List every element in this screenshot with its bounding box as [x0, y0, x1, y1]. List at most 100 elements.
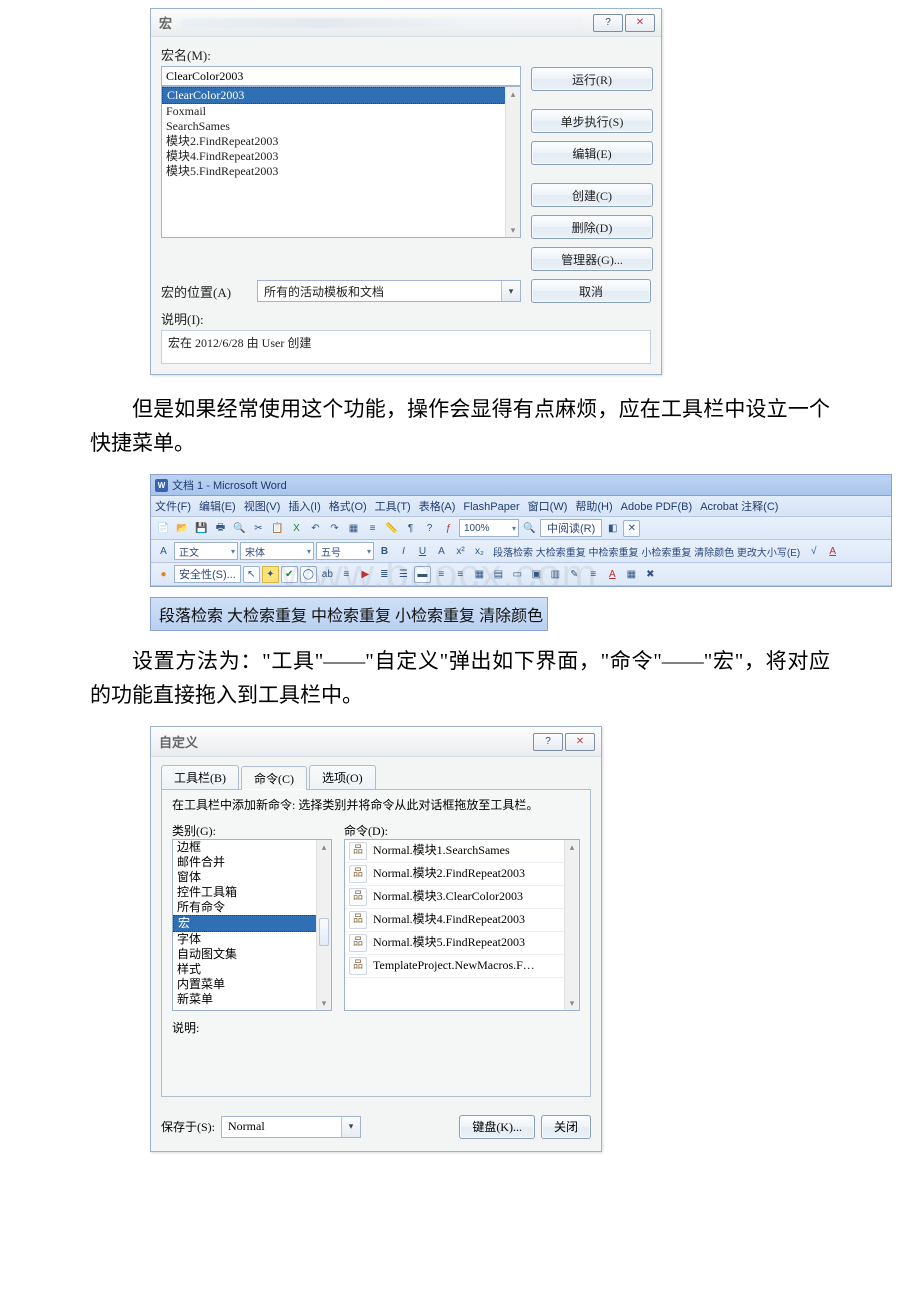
scroll-thumb[interactable]: [319, 918, 329, 946]
word-menu-item[interactable]: 帮助(H): [575, 501, 612, 513]
scroll-up-icon[interactable]: ▴: [317, 840, 331, 854]
tb-icon-e[interactable]: ≡: [585, 566, 602, 583]
tb-icon-c[interactable]: ▥: [547, 566, 564, 583]
eq-icon[interactable]: ≡: [338, 566, 355, 583]
save-in-combo[interactable]: Normal ▾: [221, 1116, 361, 1138]
print-icon[interactable]: 🖶: [212, 520, 229, 537]
grid-icon[interactable]: ▦: [471, 566, 488, 583]
generic-icon-1[interactable]: ◧: [604, 520, 621, 537]
fontcolor-icon[interactable]: A: [824, 543, 841, 560]
command-item[interactable]: 品Normal.模块5.FindRepeat2003: [345, 932, 565, 955]
tab-commands[interactable]: 命令(C): [241, 766, 307, 790]
help-icon-tb[interactable]: ?: [421, 520, 438, 537]
bold-icon[interactable]: B: [376, 543, 393, 560]
word-menu-item[interactable]: 文件(F): [155, 501, 191, 513]
sub-icon[interactable]: x₂: [471, 543, 488, 560]
chevron-down-icon[interactable]: ▾: [501, 281, 520, 301]
excel-icon[interactable]: X: [288, 520, 305, 537]
macro-list-item[interactable]: SearchSames: [162, 119, 506, 134]
paste-icon[interactable]: 📋: [269, 520, 286, 537]
command-item[interactable]: 品Normal.模块1.SearchSames: [345, 840, 565, 863]
delete-button[interactable]: 删除(D): [531, 215, 653, 239]
read-mode-button[interactable]: 中阅读(R): [540, 519, 602, 537]
macro-list-item[interactable]: 模块2.FindRepeat2003: [162, 134, 506, 149]
style-combo[interactable]: 正文: [174, 542, 238, 560]
fontsize-combo[interactable]: 五号: [316, 542, 374, 560]
edit-button[interactable]: 编辑(E): [531, 141, 653, 165]
close-doc-icon[interactable]: ✕: [623, 520, 640, 537]
macro-list-item[interactable]: Foxmail: [162, 104, 506, 119]
bullet-icon[interactable]: ●: [155, 566, 172, 583]
custom-toolbar-item[interactable]: 清除颜色: [479, 608, 543, 625]
macro-list-item[interactable]: 模块4.FindRepeat2003: [162, 149, 506, 164]
word-menu-item[interactable]: 窗口(W): [528, 501, 568, 513]
tab-options[interactable]: 选项(O): [309, 765, 376, 789]
macro-location-combo[interactable]: 所有的活动模板和文档 ▾: [257, 280, 521, 302]
category-item[interactable]: 自动图文集: [173, 947, 317, 962]
dist-icon[interactable]: ☰: [395, 566, 412, 583]
category-item[interactable]: 内置菜单: [173, 977, 317, 992]
ruler-icon[interactable]: 📏: [383, 520, 400, 537]
custom-toolbar-item[interactable]: 段落检索: [159, 608, 223, 625]
scroll-down-icon[interactable]: ▾: [565, 996, 579, 1010]
category-item[interactable]: 新菜单: [173, 992, 317, 1007]
tab-toolbars[interactable]: 工具栏(B): [161, 765, 239, 789]
custom-toolbar-item[interactable]: 小检索重复: [395, 608, 475, 625]
check-icon[interactable]: ✔: [281, 566, 298, 583]
word-menu-item[interactable]: FlashPaper: [463, 501, 519, 513]
circle-icon-tb[interactable]: ◯: [300, 566, 317, 583]
scrollbar[interactable]: ▴ ▾: [316, 840, 331, 1010]
command-item[interactable]: 品Normal.模块4.FindRepeat2003: [345, 909, 565, 932]
fontcolor2-icon[interactable]: A: [604, 566, 621, 583]
word-menu-item[interactable]: Acrobat 注释(C): [700, 501, 778, 513]
vb-icon[interactable]: ✦: [262, 566, 279, 583]
undo-icon[interactable]: ↶: [307, 520, 324, 537]
font-combo[interactable]: 宋体: [240, 542, 314, 560]
word-menu-item[interactable]: 表格(A): [419, 501, 456, 513]
tb-icon-a[interactable]: ▭: [509, 566, 526, 583]
macro-list-item[interactable]: 模块5.FindRepeat2003: [162, 164, 506, 179]
tb-icon-b[interactable]: ▣: [528, 566, 545, 583]
dialog2-close-button[interactable]: ✕: [565, 733, 595, 751]
create-button[interactable]: 创建(C): [531, 183, 653, 207]
tb-icon-d[interactable]: ✎: [566, 566, 583, 583]
command-item[interactable]: 品Normal.模块3.ClearColor2003: [345, 886, 565, 909]
category-item[interactable]: 字体: [173, 932, 317, 947]
italic-icon[interactable]: I: [395, 543, 412, 560]
magnify-icon[interactable]: 🔍: [521, 520, 538, 537]
font-effect-icon[interactable]: A: [433, 543, 450, 560]
ab-icon[interactable]: ab: [319, 566, 336, 583]
scroll-down-icon[interactable]: ▾: [506, 223, 520, 237]
pointer-icon[interactable]: ↖: [243, 566, 260, 583]
command-listbox[interactable]: 品Normal.模块1.SearchSames品Normal.模块2.FindR…: [344, 839, 580, 1011]
category-item[interactable]: 所有命令: [173, 900, 317, 915]
align-left-icon[interactable]: ≡: [433, 566, 450, 583]
sup-icon[interactable]: x²: [452, 543, 469, 560]
custom-toolbar-item[interactable]: 中检索重复: [311, 608, 391, 625]
word-menu-item[interactable]: 插入(I): [288, 501, 320, 513]
category-listbox[interactable]: 边框邮件合并窗体控件工具箱所有命令宏字体自动图文集样式内置菜单新菜单 ▴ ▾: [172, 839, 332, 1011]
category-item[interactable]: 控件工具箱: [173, 885, 317, 900]
command-item[interactable]: 品TemplateProject.NewMacros.F…: [345, 955, 565, 978]
word-menu-item[interactable]: 视图(V): [244, 501, 281, 513]
align-j-icon[interactable]: ≡: [452, 566, 469, 583]
tb-icon-f[interactable]: ▦: [623, 566, 640, 583]
category-item[interactable]: 样式: [173, 962, 317, 977]
close-button-2[interactable]: 关闭: [541, 1115, 591, 1139]
cut-icon[interactable]: ✂: [250, 520, 267, 537]
redo-icon[interactable]: ↷: [326, 520, 343, 537]
zoom-combo[interactable]: 100%: [459, 519, 519, 537]
columns-icon[interactable]: ≡: [364, 520, 381, 537]
table-icon[interactable]: ▦: [345, 520, 362, 537]
macro-name-input[interactable]: [161, 66, 521, 86]
tb-icon-g[interactable]: ✖: [642, 566, 659, 583]
step-button[interactable]: 单步执行(S): [531, 109, 653, 133]
align-center-icon[interactable]: ≣: [376, 566, 393, 583]
chevron-down-icon[interactable]: ▾: [341, 1117, 360, 1137]
help-button[interactable]: ?: [593, 14, 623, 32]
category-item[interactable]: 邮件合并: [173, 855, 317, 870]
scrollbar[interactable]: ▴ ▾: [564, 840, 579, 1010]
category-item[interactable]: 宏: [173, 915, 317, 932]
scrollbar[interactable]: ▴ ▾: [505, 87, 520, 237]
cancel-button[interactable]: 取消: [531, 279, 651, 303]
